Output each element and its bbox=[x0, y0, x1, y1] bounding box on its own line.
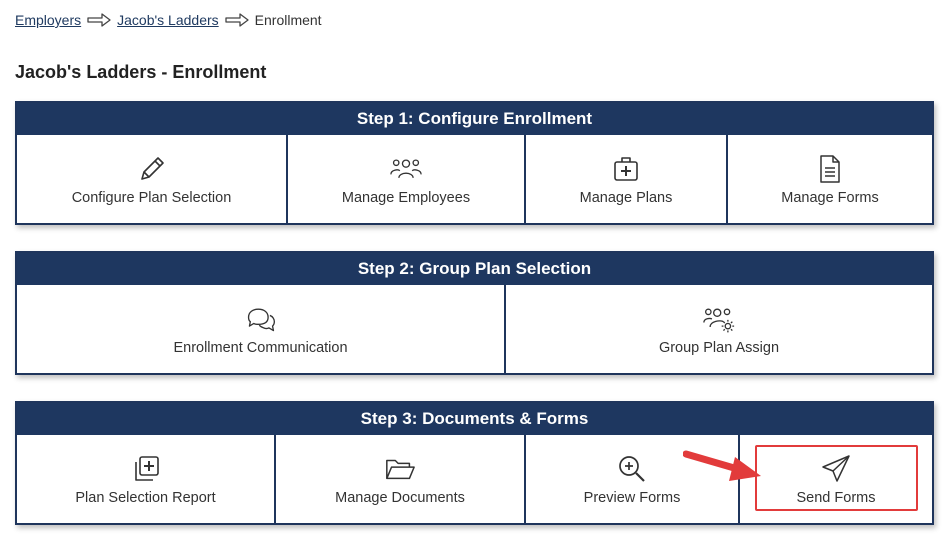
pencil-icon bbox=[135, 152, 169, 186]
medical-kit-icon bbox=[609, 152, 643, 186]
step-2-header: Step 2: Group Plan Selection bbox=[17, 253, 932, 285]
copy-plus-icon bbox=[129, 452, 163, 486]
step-1-header: Step 1: Configure Enrollment bbox=[17, 103, 932, 135]
group-plan-assign-button[interactable]: Group Plan Assign bbox=[506, 285, 932, 373]
zoom-in-icon bbox=[615, 452, 649, 486]
breadcrumb-current: Enrollment bbox=[254, 12, 322, 28]
arrow-right-icon bbox=[225, 13, 249, 27]
preview-forms-button[interactable]: Preview Forms bbox=[526, 435, 740, 523]
tile-label: Manage Forms bbox=[781, 190, 879, 206]
tile-label: Manage Documents bbox=[335, 490, 465, 506]
manage-forms-button[interactable]: Manage Forms bbox=[728, 135, 932, 223]
tile-label: Plan Selection Report bbox=[75, 490, 216, 506]
breadcrumb: Employers Jacob's Ladders Enrollment bbox=[15, 12, 322, 28]
users-gear-icon bbox=[702, 302, 736, 336]
tile-label: Send Forms bbox=[796, 490, 876, 506]
paper-plane-icon bbox=[819, 452, 853, 486]
page-title: Jacob's Ladders - Enrollment bbox=[15, 62, 267, 82]
plan-selection-report-button[interactable]: Plan Selection Report bbox=[17, 435, 276, 523]
enrollment-communication-button[interactable]: Enrollment Communication bbox=[17, 285, 506, 373]
users-icon bbox=[389, 152, 423, 186]
manage-employees-button[interactable]: Manage Employees bbox=[288, 135, 526, 223]
tile-label: Group Plan Assign bbox=[658, 340, 780, 356]
manage-plans-button[interactable]: Manage Plans bbox=[526, 135, 728, 223]
send-forms-button[interactable]: Send Forms bbox=[740, 435, 932, 523]
tile-label: Manage Plans bbox=[579, 190, 673, 206]
tile-label: Preview Forms bbox=[583, 490, 681, 506]
folder-open-icon bbox=[383, 452, 417, 486]
tile-label: Manage Employees bbox=[341, 190, 471, 206]
tile-label: Configure Plan Selection bbox=[71, 190, 232, 206]
breadcrumb-link-jacobs-ladders[interactable]: Jacob's Ladders bbox=[117, 12, 219, 28]
configure-plan-selection-button[interactable]: Configure Plan Selection bbox=[17, 135, 288, 223]
step-2-panel: Step 2: Group Plan Selection Enrollment … bbox=[15, 251, 934, 375]
manage-documents-button[interactable]: Manage Documents bbox=[276, 435, 526, 523]
arrow-right-icon bbox=[87, 13, 111, 27]
step-1-panel: Step 1: Configure Enrollment Configure P… bbox=[15, 101, 934, 225]
tile-label: Enrollment Communication bbox=[173, 340, 348, 356]
chat-bubbles-icon bbox=[244, 302, 278, 336]
step-3-panel: Step 3: Documents & Forms Plan Selection… bbox=[15, 401, 934, 525]
document-icon bbox=[813, 152, 847, 186]
breadcrumb-link-employers[interactable]: Employers bbox=[15, 12, 81, 28]
step-3-header: Step 3: Documents & Forms bbox=[17, 403, 932, 435]
